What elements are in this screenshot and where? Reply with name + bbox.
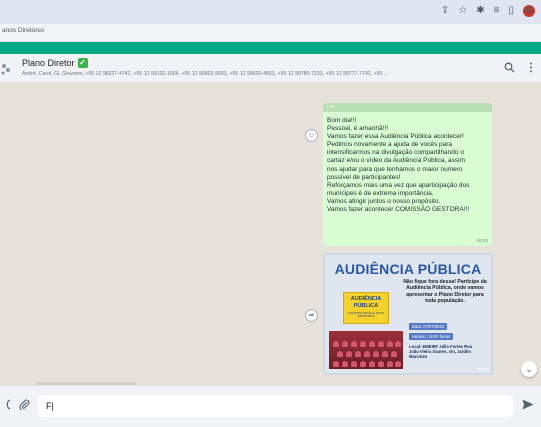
poster-badge-subtitle: SUA PARTICIPAÇÃO É MUITO IMPORTANTE [347, 312, 385, 319]
previous-video-preview[interactable]: 1:46 [323, 103, 492, 112]
poster-badge-title: AUDIÊNCIA PÚBLICA [350, 296, 382, 309]
menu-kebab-icon[interactable] [529, 62, 533, 76]
scroll-down-button[interactable]: ⌄ [521, 361, 537, 377]
share-icon[interactable]: ⇪ [441, 5, 449, 17]
message-line: Vamos fazer acontecer COMISSÃO GESTORA!!… [327, 206, 470, 214]
bookmark-bar: anos Diretores [0, 24, 541, 42]
app-header-strip [0, 42, 541, 54]
profile-avatar[interactable]: G [523, 5, 535, 17]
message-line: possível de participantes! [327, 173, 401, 181]
browser-toolbar: ⇪ ☆ ✱ ≡ ▯ G [0, 0, 541, 24]
poster-date: Data: 07/07/2022 [409, 323, 448, 330]
chat-header[interactable]: Plano Diretor ✓ André, Carol, Gi, Giovan… [0, 54, 541, 83]
header-actions [504, 62, 533, 76]
send-icon[interactable] [522, 399, 534, 413]
poster-subtitle: Não fique fora dessa! Participe da Audiê… [403, 279, 487, 305]
message-line: munícipes é de extrema importância. [327, 189, 434, 197]
emoji-react-icon[interactable]: ☺ [305, 129, 318, 142]
message-line: Pessoal, é amanhã!!! [327, 125, 389, 133]
message-line: cartaz e/ou o vídeo da Audiência Pública… [327, 157, 466, 165]
image-message-bubble[interactable]: AUDIÊNCIA PÚBLICA Não fique fora dessa! … [323, 253, 493, 375]
image-message-time: 08:33 [477, 367, 489, 372]
message-line: Reforçamos mais uma vez que aparticipaçã… [327, 181, 470, 189]
poster-hour: Horário: 19:00 horas [409, 333, 454, 340]
message-line: Vamos atingir juntos o nosso propósito. [327, 197, 441, 205]
group-avatar-icon[interactable] [0, 58, 12, 80]
video-duration: 1:46 [326, 104, 335, 109]
chat-title-text: Plano Diretor [22, 58, 75, 68]
message-bubble[interactable]: 1:46 Bom dia!!! Pessoal, é amanhã!!! Vam… [323, 103, 492, 246]
message-time: 08:33 [476, 238, 488, 243]
poster-title: AUDIÊNCIA PÚBLICA [334, 261, 482, 277]
message-line: Pedimos novamente a ajuda de vocês para [327, 141, 453, 149]
message-composer [0, 385, 541, 427]
poster-auditorium-illustration [329, 331, 403, 369]
message-line: nos ajudar para que tenhamos o maior num… [327, 165, 463, 173]
attach-icon[interactable] [19, 399, 30, 413]
poster-image[interactable]: AUDIÊNCIA PÚBLICA Não fique fora dessa! … [325, 255, 491, 373]
extension-icon[interactable]: ✱ [476, 5, 484, 17]
search-icon[interactable] [504, 62, 515, 76]
emoji-icon[interactable] [4, 399, 12, 413]
message-line: intensificarmos na divulgação compartilh… [327, 149, 464, 157]
star-icon[interactable]: ☆ [458, 5, 467, 17]
chat-area[interactable]: ☺ 1:46 Bom dia!!! Pessoal, é amanhã!!! V… [0, 83, 541, 385]
reading-list-icon[interactable]: ≡ [494, 5, 500, 17]
forward-icon[interactable]: ➦ [305, 309, 318, 322]
message-line: Vamos fazer essa Audiência Pública acont… [327, 133, 464, 141]
message-line: Bom dia!!! [327, 117, 357, 124]
check-badge-icon: ✓ [77, 58, 88, 68]
poster-badge: AUDIÊNCIA PÚBLICA SUA PARTICIPAÇÃO É MUI… [343, 292, 389, 324]
poster-location: Local: EMEIEF Júlio Fortes Rua João Viei… [409, 344, 473, 360]
sidebar-icon[interactable]: ▯ [508, 5, 514, 17]
chat-members: André, Carol, Gi, Giovanni, +55 12 98227… [22, 71, 389, 77]
message-text: Bom dia!!! Pessoal, é amanhã!!! Vamos fa… [327, 117, 489, 214]
message-input[interactable] [38, 395, 513, 417]
chat-title[interactable]: Plano Diretor ✓ [22, 58, 88, 68]
bookmark-item[interactable]: anos Diretores [2, 27, 44, 34]
browser-icons: ⇪ ☆ ✱ ≡ ▯ G [441, 5, 535, 17]
